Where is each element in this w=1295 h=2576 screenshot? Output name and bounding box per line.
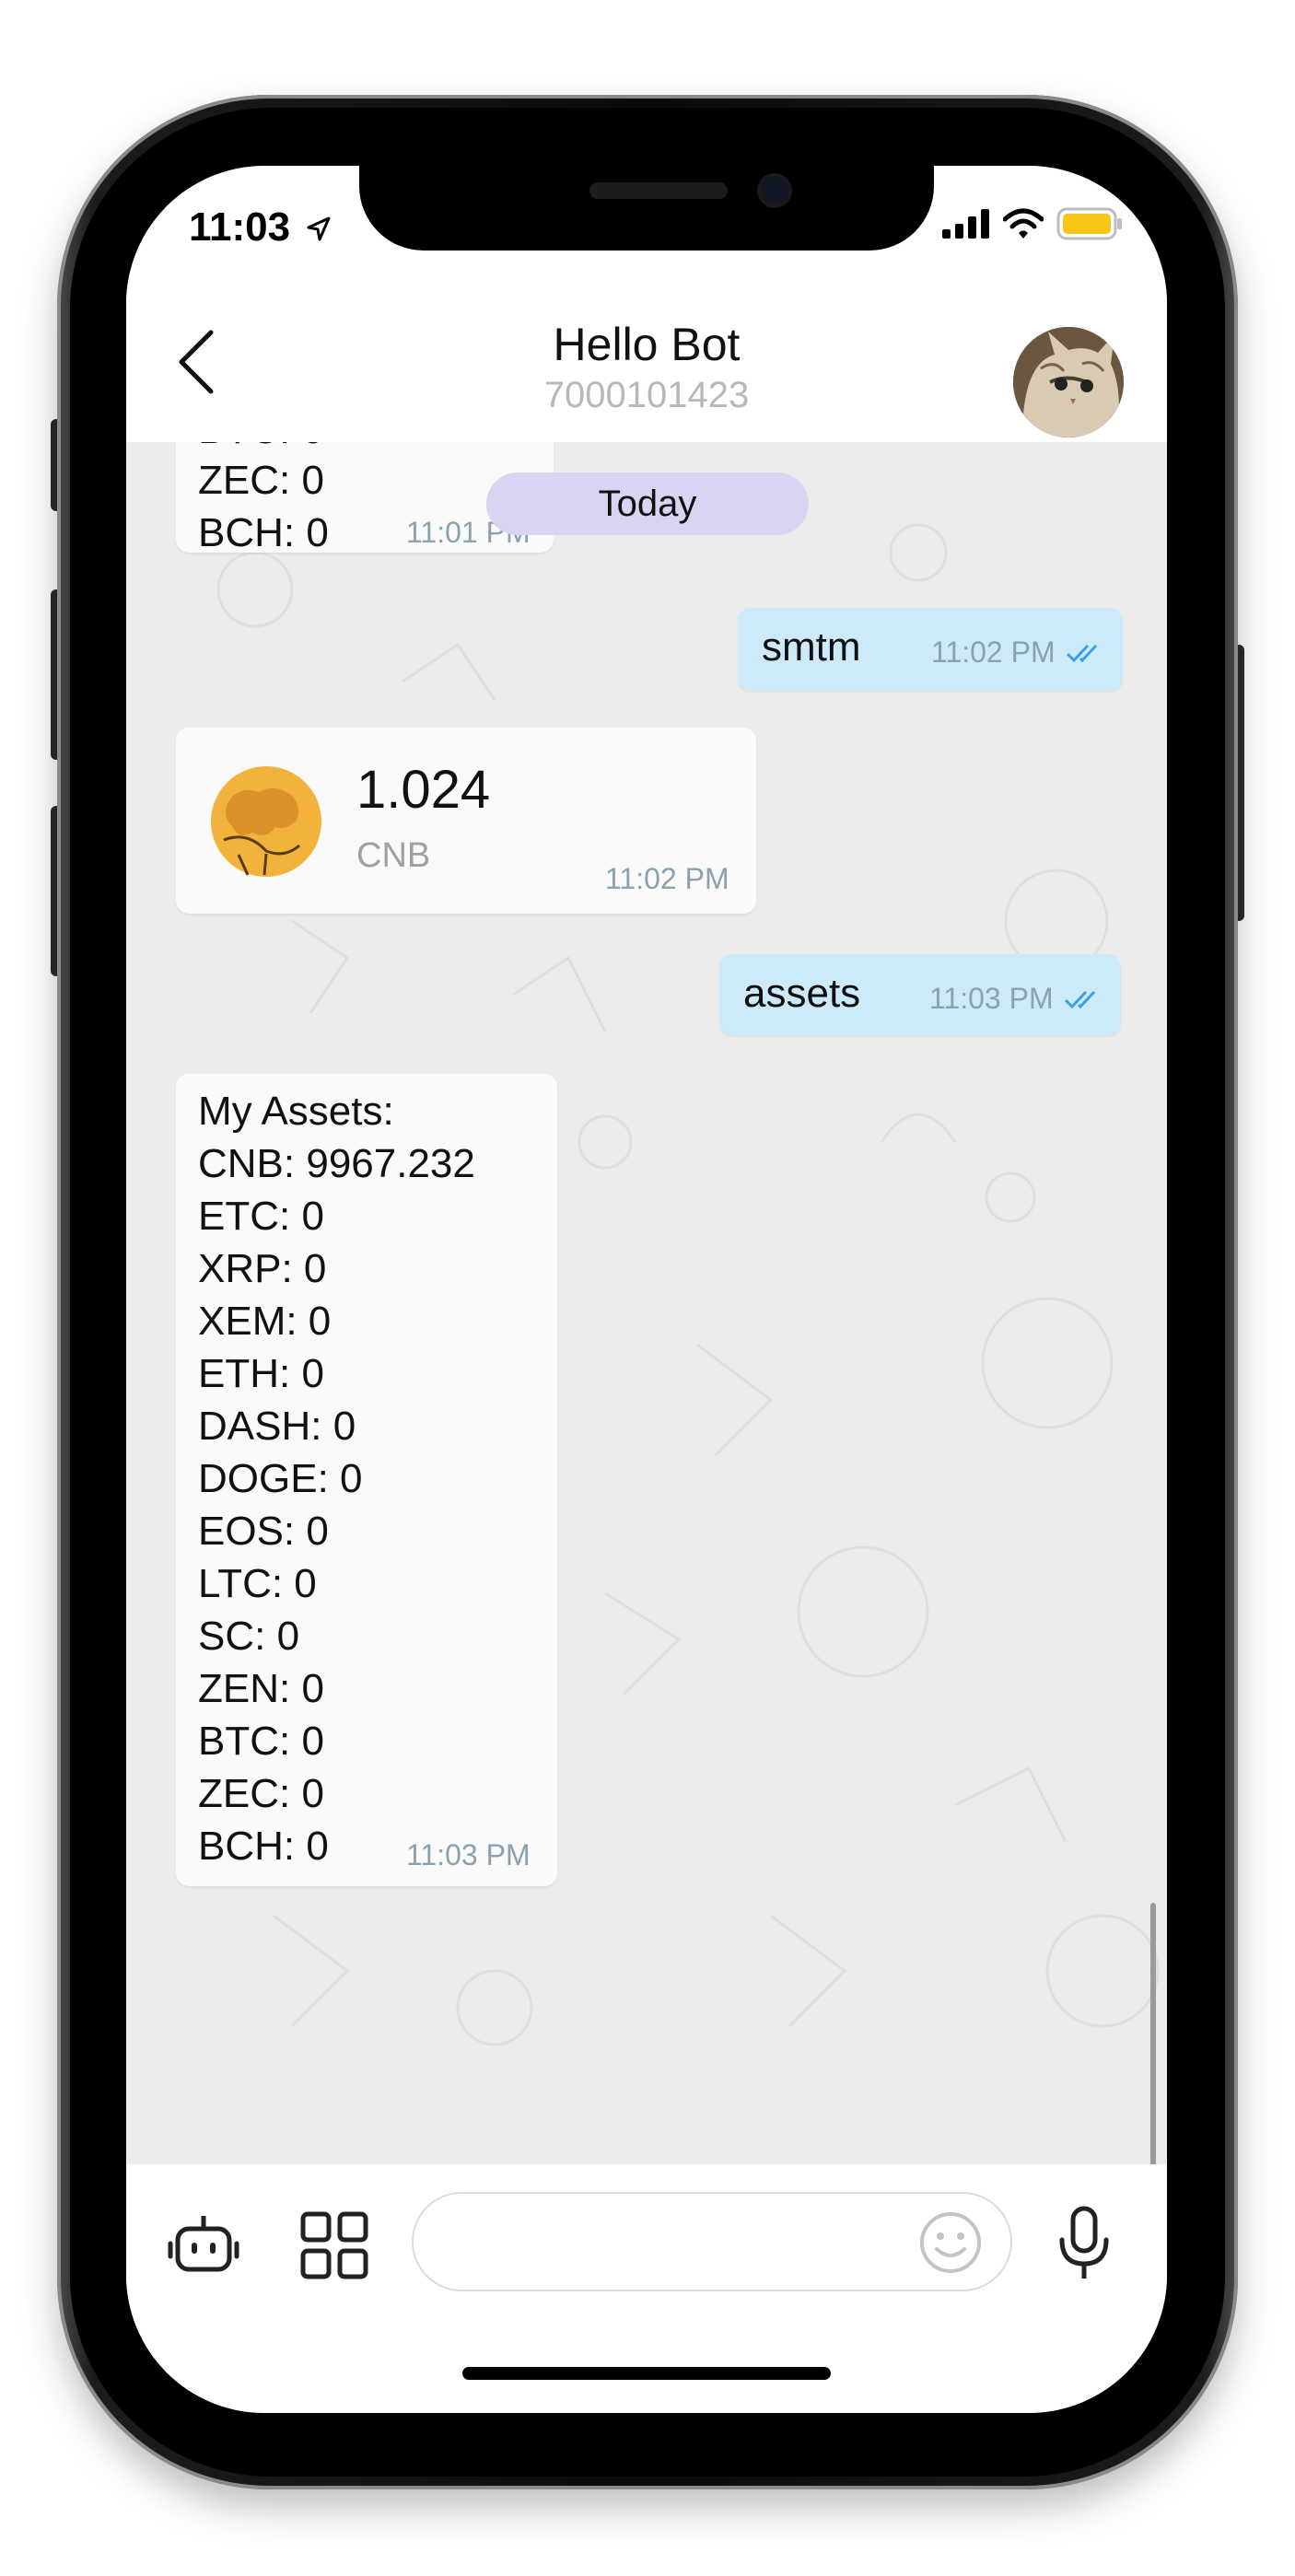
notch xyxy=(359,166,934,251)
chat-scrollbar[interactable] xyxy=(1150,1903,1156,2164)
asset-line: BCH: 0 xyxy=(198,1824,329,1869)
mic-icon xyxy=(1059,2206,1109,2279)
battery-icon xyxy=(1056,207,1122,240)
asset-line: XEM: 0 xyxy=(198,1299,332,1344)
asset-line: LTC: 0 xyxy=(198,1561,317,1606)
asset-line: ETH: 0 xyxy=(198,1351,324,1396)
chat-subtitle: 7000101423 xyxy=(543,375,750,415)
input-bar xyxy=(126,2164,1167,2413)
voice-message-button[interactable] xyxy=(1055,2205,1114,2282)
bot-icon xyxy=(168,2216,239,2272)
assets-reply-bubble[interactable]: My Assets: CNB: 9967.232 ETC: 0 XRP: 0 X… xyxy=(176,1074,557,1886)
double-check-icon xyxy=(1064,990,1096,1009)
asset-line: CNB: 9967.232 xyxy=(198,1141,475,1186)
message-line: BCH: 0 xyxy=(198,510,329,555)
coin-message-bubble[interactable]: 1.024 CNB 11:02 PM xyxy=(176,728,756,914)
asset-line: SC: 0 xyxy=(198,1614,300,1659)
message-time: 11:03 PM xyxy=(929,982,1054,1015)
coin-icon xyxy=(211,766,321,877)
coin-amount: 1.024 xyxy=(356,760,491,820)
cat-avatar-image xyxy=(1013,327,1124,437)
message-time: 11:02 PM xyxy=(931,635,1056,669)
asset-line: My Assets: xyxy=(198,1089,394,1134)
outgoing-message-bubble[interactable]: smtm 11:02 PM xyxy=(738,608,1123,691)
double-check-icon xyxy=(1066,644,1098,663)
wifi-icon xyxy=(1003,208,1044,239)
chat-title: Hello Bot xyxy=(553,319,741,370)
status-indicators xyxy=(942,207,1123,240)
asset-line: ZEC: 0 xyxy=(198,1771,324,1816)
apps-grid-button[interactable] xyxy=(298,2209,371,2282)
outgoing-message-bubble[interactable]: assets 11:03 PM xyxy=(719,954,1121,1035)
message-input[interactable] xyxy=(412,2192,1012,2291)
grid-icon xyxy=(300,2211,368,2279)
asset-line: ETC: 0 xyxy=(198,1194,324,1239)
bot-avatar[interactable] xyxy=(1013,327,1124,437)
asset-line: BTC: 0 xyxy=(198,1719,324,1764)
status-time-text: 11:03 xyxy=(189,204,291,250)
coin-symbol: CNB xyxy=(356,836,431,875)
message-text: assets xyxy=(743,971,861,1016)
chat-area[interactable]: BTC: 0 ZEC: 0 BCH: 0 11:01 PM Today smtm… xyxy=(126,442,1167,2164)
message-line: BTC: 0 xyxy=(198,442,324,453)
phone-screen: 11:03 Hello Bot 7000101423 ZEC: 0 BCH: 0… xyxy=(126,166,1167,2413)
home-indicator[interactable] xyxy=(462,2367,831,2380)
signal-icon xyxy=(942,209,989,239)
date-separator: Today xyxy=(486,472,809,535)
chat-header: Hello Bot 7000101423 xyxy=(126,272,1167,437)
location-arrow-icon xyxy=(307,216,331,241)
message-line: ZEC: 0 xyxy=(198,458,324,503)
asset-line: ZEN: 0 xyxy=(198,1666,324,1711)
message-text: smtm xyxy=(762,624,861,670)
message-time: 11:03 PM xyxy=(406,1838,531,1871)
asset-line: XRP: 0 xyxy=(198,1246,327,1291)
front-camera xyxy=(761,177,788,204)
status-time: 11:03 xyxy=(189,204,332,251)
asset-line: DASH: 0 xyxy=(198,1404,356,1449)
emoji-icon[interactable] xyxy=(918,2210,983,2275)
asset-line: EOS: 0 xyxy=(198,1509,329,1554)
speaker xyxy=(589,182,728,199)
asset-line: DOGE: 0 xyxy=(198,1456,363,1501)
bot-menu-button[interactable] xyxy=(167,2209,240,2282)
message-time: 11:02 PM xyxy=(605,862,729,895)
